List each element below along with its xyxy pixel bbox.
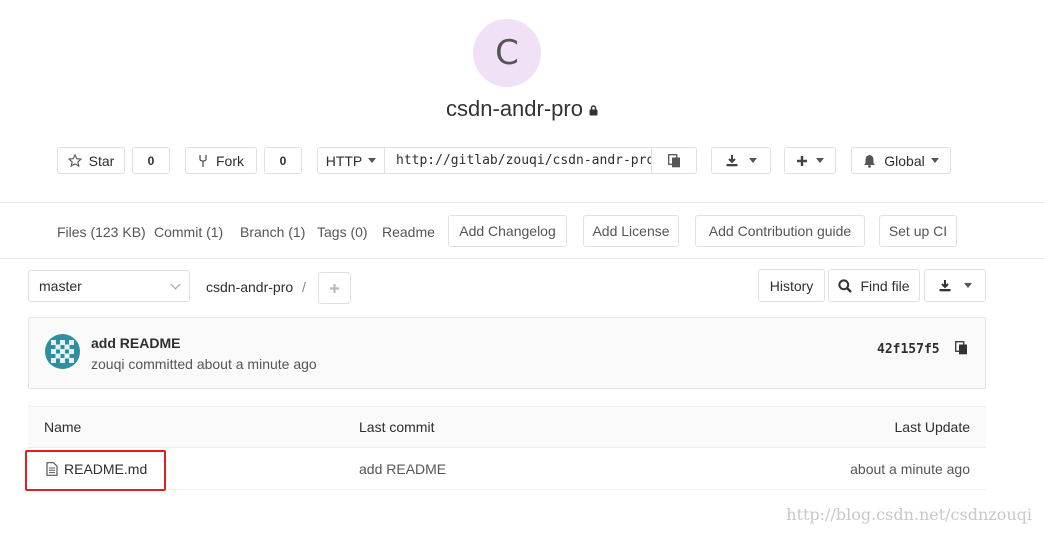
chevron-down-icon (170, 279, 181, 289)
highlight-box (25, 450, 166, 491)
copy-sha-icon[interactable] (955, 341, 968, 355)
header-last-update: Last Update (894, 419, 971, 435)
notification-label: Global (884, 152, 925, 169)
bell-icon (863, 154, 876, 168)
caret-down-icon (930, 158, 939, 163)
star-label: Star (88, 152, 115, 169)
breadcrumb-project[interactable]: csdn-andr-pro (206, 279, 293, 295)
divider (0, 258, 1044, 259)
project-title: csdn-andr-pro (0, 96, 1044, 122)
new-item-dropdown[interactable] (784, 147, 836, 174)
watermark: http://blog.csdn.net/csdnzouqi (786, 505, 1032, 524)
header-name: Name (44, 419, 82, 435)
stat-tags[interactable]: Tags (0) (317, 224, 368, 240)
setup-ci-button[interactable]: Set up CI (879, 215, 957, 247)
files-table: Name Last commit Last Update README.md a… (28, 406, 986, 490)
lock-icon (589, 105, 598, 116)
table-header: Name Last commit Last Update (28, 406, 986, 448)
stat-readme[interactable]: Readme (382, 224, 435, 240)
committer-avatar[interactable] (45, 334, 80, 369)
download-icon (725, 154, 739, 167)
add-contribution-guide-button[interactable]: Add Contribution guide (695, 215, 865, 247)
find-file-button[interactable]: Find file (828, 269, 920, 302)
clipboard-icon (667, 153, 681, 168)
header-last-commit: Last commit (359, 419, 435, 435)
caret-down-icon (749, 158, 757, 163)
notification-dropdown[interactable]: Global (851, 147, 951, 174)
table-row[interactable]: README.md add README about a minute ago (28, 448, 986, 490)
commit-author-line: zouqi committed about a minute ago (91, 356, 317, 372)
caret-down-icon (368, 158, 377, 163)
breadcrumb-separator: / (302, 279, 306, 295)
download-icon (938, 279, 952, 292)
add-changelog-button[interactable]: Add Changelog (448, 215, 567, 247)
avatar-letter: C (495, 33, 519, 73)
divider (0, 202, 1044, 203)
fork-count[interactable]: 0 (264, 147, 302, 174)
download-dropdown[interactable] (711, 147, 771, 174)
star-count[interactable]: 0 (132, 147, 170, 174)
commit-sha[interactable]: 42f157f5 (877, 342, 940, 357)
stat-files[interactable]: Files (123 KB) (57, 224, 146, 240)
fork-button[interactable]: Fork (185, 147, 257, 174)
file-last-commit[interactable]: add README (359, 448, 446, 489)
star-button[interactable]: Star (57, 147, 125, 174)
add-license-button[interactable]: Add License (583, 215, 679, 247)
history-button[interactable]: History (758, 269, 825, 302)
star-icon (67, 154, 82, 167)
project-avatar: C (473, 19, 541, 87)
add-file-button[interactable] (318, 272, 351, 304)
fork-icon (198, 154, 208, 168)
project-name[interactable]: csdn-andr-pro (446, 96, 583, 121)
download-archive-dropdown[interactable] (924, 269, 986, 302)
caret-down-icon (964, 283, 972, 288)
branch-select-value: master (39, 278, 82, 294)
plus-icon (796, 155, 808, 167)
branch-select[interactable]: master (28, 270, 190, 302)
fork-label: Fork (216, 152, 244, 169)
last-commit-panel: add README zouqi committed about a minut… (28, 317, 986, 389)
stat-commit[interactable]: Commit (1) (154, 224, 223, 240)
file-last-update: about a minute ago (850, 460, 970, 477)
clone-url-field[interactable]: http://gitlab/zouqi/csdn-andr-pro (384, 147, 652, 174)
commit-title[interactable]: add README (91, 335, 180, 351)
protocol-dropdown[interactable]: HTTP (317, 147, 385, 174)
plus-icon (329, 283, 340, 294)
stat-branch[interactable]: Branch (1) (240, 224, 305, 240)
find-file-label: Find file (860, 277, 910, 294)
search-icon (838, 278, 853, 293)
protocol-label: HTTP (325, 152, 363, 169)
caret-down-icon (816, 158, 824, 163)
copy-url-button[interactable] (651, 147, 697, 174)
